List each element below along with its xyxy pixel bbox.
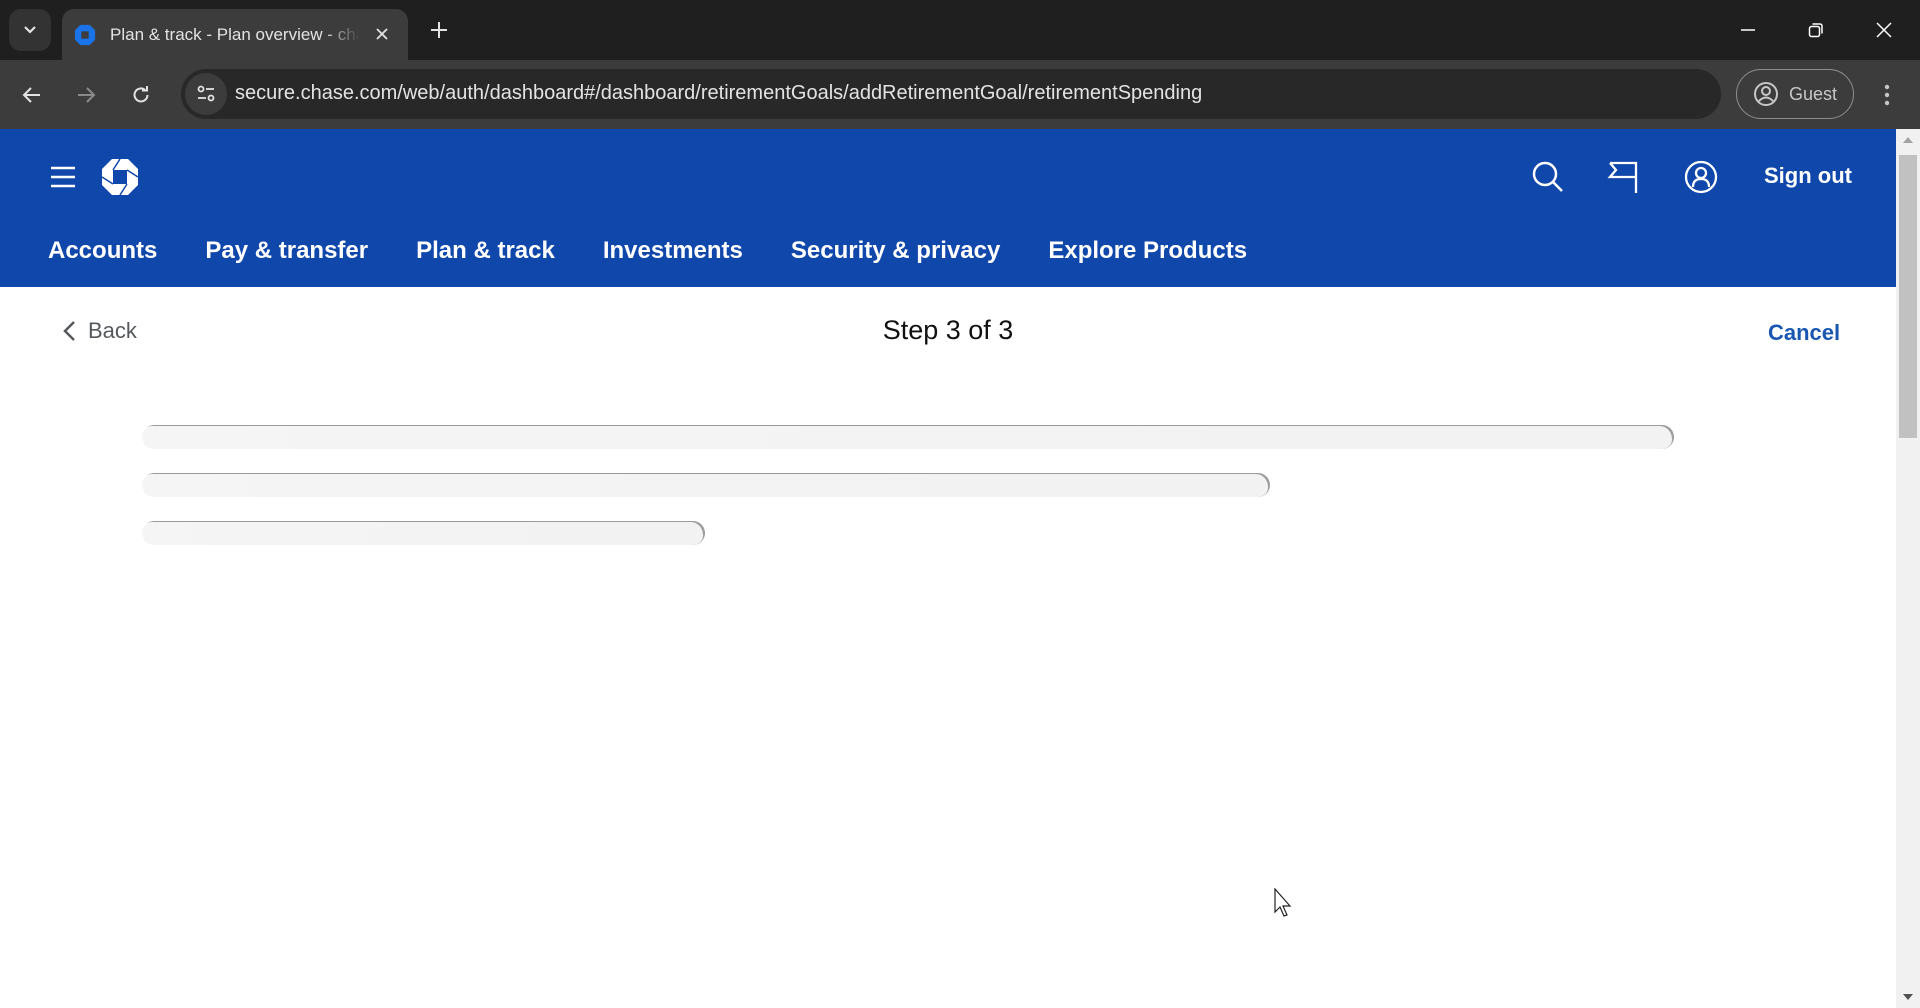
browser-menu-button[interactable] bbox=[1872, 76, 1902, 114]
scroll-up-button[interactable] bbox=[1896, 131, 1920, 149]
nav-explore-products[interactable]: Explore Products bbox=[1048, 237, 1247, 265]
nav-security-privacy[interactable]: Security & privacy bbox=[791, 237, 1000, 265]
tab-close-button[interactable] bbox=[370, 22, 394, 46]
reload-icon bbox=[133, 86, 149, 103]
scrollbar-thumb[interactable] bbox=[1899, 155, 1917, 438]
skeleton-line bbox=[142, 473, 1270, 497]
chevron-down-icon bbox=[24, 26, 36, 34]
scroll-down-button[interactable] bbox=[1896, 988, 1920, 1006]
browser-toolbar: secure.chase.com/web/auth/dashboard#/das… bbox=[0, 60, 1920, 129]
step-indicator: Step 3 of 3 bbox=[882, 315, 1014, 345]
nav-accounts[interactable]: Accounts bbox=[48, 237, 157, 265]
triangle-down-icon bbox=[1903, 994, 1913, 1000]
sign-out-link[interactable]: Sign out bbox=[1764, 163, 1852, 189]
close-icon bbox=[1876, 22, 1892, 38]
profile-icon[interactable] bbox=[1683, 159, 1719, 195]
site-header: Sign out Accounts Pay & transfer Plan & … bbox=[0, 129, 1896, 287]
chevron-left-icon bbox=[63, 321, 75, 341]
profile-button[interactable]: Guest bbox=[1736, 69, 1854, 119]
plus-icon bbox=[431, 22, 447, 38]
tab-title: Plan & track - Plan overview - chase.com bbox=[110, 24, 360, 44]
back-button[interactable]: Back bbox=[62, 318, 137, 344]
messages-flag-icon[interactable] bbox=[1606, 159, 1642, 195]
reload-button[interactable] bbox=[122, 76, 160, 114]
browser-tab-bar: Plan & track - Plan overview - chase.com bbox=[0, 0, 1920, 60]
new-tab-button[interactable] bbox=[424, 15, 454, 45]
mouse-cursor-icon bbox=[1274, 888, 1292, 917]
minimize-icon bbox=[1741, 29, 1755, 31]
forward-nav-button[interactable] bbox=[67, 76, 105, 114]
hamburger-menu-icon[interactable] bbox=[48, 162, 78, 192]
site-info-button[interactable] bbox=[185, 73, 227, 115]
skeleton-line bbox=[142, 521, 705, 545]
nav-investments[interactable]: Investments bbox=[603, 237, 743, 265]
search-icon[interactable] bbox=[1530, 159, 1566, 195]
address-bar[interactable]: secure.chase.com/web/auth/dashboard#/das… bbox=[181, 69, 1721, 119]
arrow-right-icon bbox=[78, 87, 96, 103]
chase-favicon-icon bbox=[74, 24, 96, 45]
main-nav: Accounts Pay & transfer Plan & track Inv… bbox=[48, 237, 1295, 265]
close-window-button[interactable] bbox=[1866, 12, 1902, 48]
profile-label: Guest bbox=[1789, 83, 1838, 104]
restore-button[interactable] bbox=[1798, 12, 1834, 48]
url-text[interactable]: secure.chase.com/web/auth/dashboard#/das… bbox=[235, 82, 1202, 105]
page-scrollbar[interactable] bbox=[1896, 129, 1920, 1008]
skeleton-line bbox=[142, 425, 1674, 449]
back-nav-button[interactable] bbox=[13, 76, 51, 114]
tab-search-button[interactable] bbox=[9, 9, 51, 51]
nav-plan-track[interactable]: Plan & track bbox=[416, 237, 555, 265]
more-vertical-icon bbox=[1884, 84, 1890, 106]
browser-tab-active[interactable]: Plan & track - Plan overview - chase.com bbox=[62, 9, 408, 60]
profile-icon bbox=[1754, 82, 1778, 106]
arrow-left-icon bbox=[22, 87, 40, 103]
chase-logo-icon[interactable] bbox=[100, 157, 140, 197]
cancel-button[interactable]: Cancel bbox=[1768, 320, 1840, 346]
restore-icon bbox=[1808, 23, 1823, 38]
minimize-button[interactable] bbox=[1730, 12, 1766, 48]
back-label: Back bbox=[88, 318, 137, 343]
tune-icon bbox=[197, 85, 215, 102]
close-icon bbox=[376, 28, 388, 40]
triangle-up-icon bbox=[1903, 137, 1913, 143]
nav-pay-transfer[interactable]: Pay & transfer bbox=[205, 237, 368, 265]
